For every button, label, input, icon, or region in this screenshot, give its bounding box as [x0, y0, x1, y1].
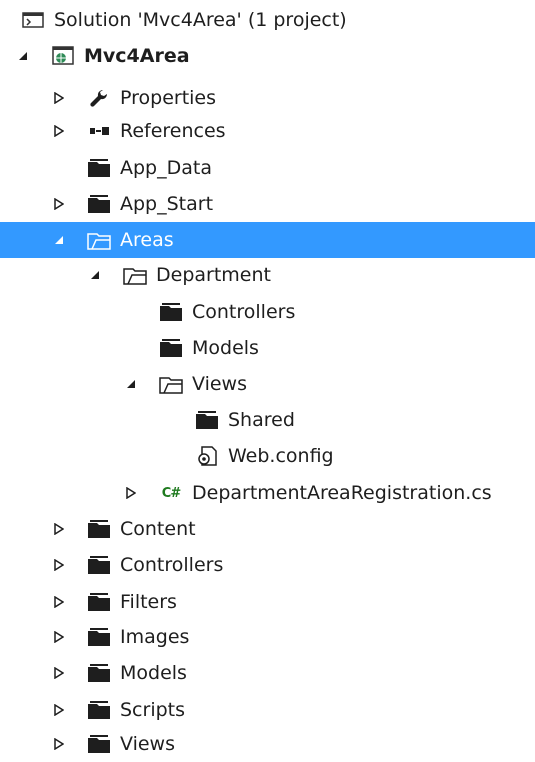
solution-icon [20, 9, 46, 31]
folder-icon [86, 662, 112, 684]
tree-item-project[interactable]: Mvc4Area [0, 38, 535, 74]
folder-icon [194, 409, 220, 431]
folder-open-icon [122, 264, 148, 286]
collapsed-arrow-icon[interactable] [52, 520, 66, 538]
folder-icon [86, 157, 112, 179]
folder-icon [86, 591, 112, 613]
collapsed-arrow-icon[interactable] [52, 628, 66, 646]
tree-item-label: Properties [120, 87, 217, 109]
tree-item-app-data[interactable]: App_Data [0, 150, 535, 186]
tree-item-app-start[interactable]: App_Start [0, 186, 535, 222]
tree-item-label: Filters [120, 591, 177, 613]
csharp-file-icon: C# [161, 485, 181, 501]
web-project-icon [50, 45, 76, 67]
config-file-icon [194, 445, 220, 467]
tree-item-filters[interactable]: Filters [0, 584, 535, 620]
tree-item-dept-shared[interactable]: Shared [0, 402, 535, 438]
collapsed-arrow-icon[interactable] [52, 195, 66, 213]
folder-icon [86, 699, 112, 721]
tree-item-properties[interactable]: Properties [0, 80, 535, 116]
tree-item-dept-registration[interactable]: C# DepartmentAreaRegistration.cs [0, 475, 535, 511]
collapsed-arrow-icon[interactable] [52, 664, 66, 682]
tree-item-dept-models[interactable]: Models [0, 330, 535, 366]
wrench-icon [86, 87, 112, 109]
collapsed-arrow-icon[interactable] [52, 701, 66, 719]
folder-icon [86, 193, 112, 215]
collapsed-arrow-icon[interactable] [124, 484, 138, 502]
collapsed-arrow-icon[interactable] [52, 735, 66, 753]
tree-item-scripts[interactable]: Scripts [0, 692, 535, 728]
tree-item-label: Department [156, 264, 271, 286]
tree-item-label: Models [192, 337, 259, 359]
tree-item-label: Web.config [228, 445, 334, 467]
folder-icon [86, 518, 112, 540]
folder-open-icon [86, 229, 112, 251]
tree-item-label: Mvc4Area [84, 45, 190, 67]
tree-item-label: App_Data [120, 157, 212, 179]
tree-item-department[interactable]: Department [0, 257, 535, 293]
tree-item-images[interactable]: Images [0, 619, 535, 655]
tree-item-label: Views [192, 373, 247, 395]
tree-item-solution[interactable]: Solution 'Mvc4Area' (1 project) [0, 2, 535, 38]
references-icon [86, 120, 112, 142]
tree-item-views[interactable]: Views [0, 726, 535, 762]
tree-item-label: App_Start [120, 193, 214, 215]
tree-item-models[interactable]: Models [0, 655, 535, 691]
tree-item-label: Solution 'Mvc4Area' (1 project) [54, 9, 347, 31]
collapsed-arrow-icon[interactable] [52, 122, 66, 140]
expanded-arrow-icon[interactable] [124, 375, 138, 393]
tree-item-label: Content [120, 518, 196, 540]
expanded-arrow-icon[interactable] [88, 266, 102, 284]
tree-item-dept-webconfig[interactable]: Web.config [0, 438, 535, 474]
folder-icon [86, 733, 112, 755]
tree-item-dept-controllers[interactable]: Controllers [0, 294, 535, 330]
collapsed-arrow-icon[interactable] [52, 556, 66, 574]
folder-icon [158, 337, 184, 359]
tree-item-content[interactable]: Content [0, 511, 535, 547]
tree-item-controllers[interactable]: Controllers [0, 547, 535, 583]
tree-item-label: Models [120, 662, 187, 684]
tree-item-label: Controllers [120, 554, 224, 576]
expanded-arrow-icon[interactable] [52, 231, 66, 249]
folder-icon [158, 301, 184, 323]
tree-item-label: Areas [120, 229, 174, 251]
expanded-arrow-icon[interactable] [16, 47, 30, 65]
solution-explorer-tree: Solution 'Mvc4Area' (1 project) Mvc4Area… [0, 0, 535, 759]
tree-item-label: Views [120, 733, 175, 755]
tree-item-label: Shared [228, 409, 295, 431]
folder-open-icon [158, 373, 184, 395]
tree-item-label: DepartmentAreaRegistration.cs [192, 482, 492, 504]
tree-item-label: Scripts [120, 699, 186, 721]
folder-icon [86, 626, 112, 648]
tree-item-label: Images [120, 626, 190, 648]
tree-item-label: Controllers [192, 301, 296, 323]
tree-item-label: References [120, 120, 226, 142]
folder-icon [86, 554, 112, 576]
collapsed-arrow-icon[interactable] [52, 89, 66, 107]
collapsed-arrow-icon[interactable] [52, 593, 66, 611]
tree-item-dept-views[interactable]: Views [0, 366, 535, 402]
tree-item-references[interactable]: References [0, 113, 535, 149]
tree-item-areas[interactable]: Areas [0, 222, 535, 258]
